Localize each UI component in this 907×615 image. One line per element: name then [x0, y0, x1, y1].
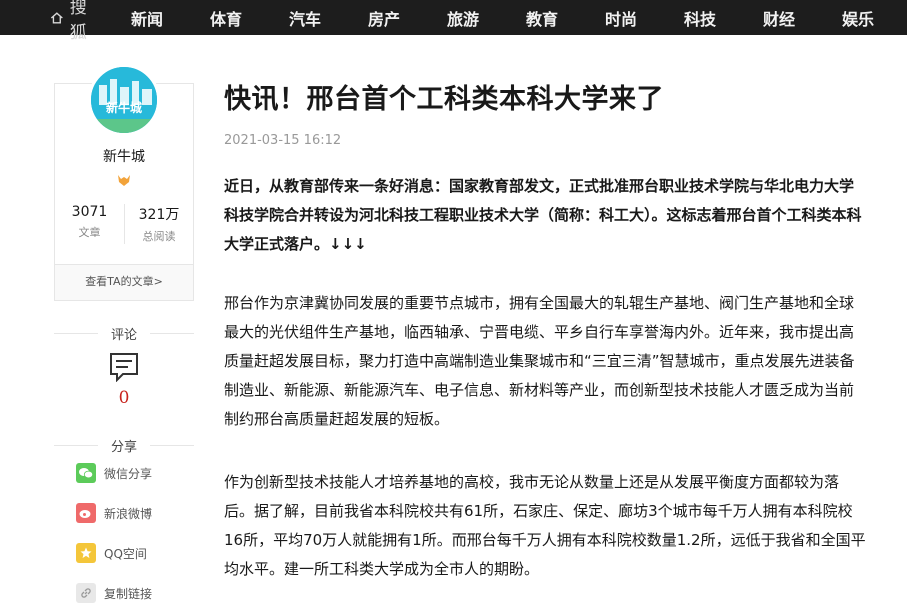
comment-title: 评论 [54, 324, 194, 343]
nav-item-finance[interactable]: 财经 [763, 6, 842, 30]
view-author-articles-link[interactable]: 查看TA的文章> [55, 264, 193, 300]
avatar-text: 新牛城 [105, 101, 142, 115]
reads-label: 总阅读 [142, 230, 176, 243]
home-icon [50, 11, 63, 23]
article-paragraph-2: 作为创新型技术技能人才培养基地的高校，我市无论从数量上还是从发展平衡度方面都较为… [224, 473, 866, 578]
reads-count: 321万 [138, 207, 180, 223]
reads-stat: 321万 总阅读 [124, 204, 193, 244]
share-qzone[interactable]: QQ空间 [76, 543, 147, 563]
share-wechat-label: 微信分享 [104, 466, 153, 481]
weibo-icon [76, 503, 96, 523]
nav-item-realestate[interactable]: 房产 [368, 6, 447, 30]
nav-item-tech[interactable]: 科技 [684, 6, 763, 30]
comment-count[interactable]: 0 [54, 388, 194, 408]
article-paragraph-1: 邢台作为京津冀协同发展的重要节点城市，拥有全国最大的轧辊生产基地、阀门生产基地和… [224, 294, 855, 428]
qzone-star-icon [76, 543, 96, 563]
nav-item-news[interactable]: 新闻 [131, 6, 210, 30]
article-lead-paragraph: 近日，从教育部传来一条好消息：国家教育部发文，正式批准邢台职业技术学院与华北电力… [224, 177, 862, 253]
comment-icon[interactable] [109, 352, 139, 382]
share-copy-link[interactable]: 复制链接 [76, 583, 152, 603]
articles-label: 文章 [78, 226, 101, 239]
wechat-icon [76, 463, 96, 483]
share-copy-link-label: 复制链接 [104, 586, 153, 601]
share-weibo-label: 新浪微博 [104, 506, 153, 521]
articles-count: 3071 [71, 204, 108, 220]
article-title: 快讯！邢台首个工科类本科大学来了 [224, 84, 664, 115]
author-card: 新牛城 新牛城 3071 文章 321万 总阅读 查看TA的文章> [54, 64, 194, 301]
nav-item-travel[interactable]: 旅游 [447, 6, 526, 30]
share-qzone-label: QQ空间 [104, 546, 147, 561]
site-logo[interactable]: 搜狐 [50, 0, 93, 43]
articles-stat: 3071 文章 [55, 204, 124, 244]
nav-item-fashion[interactable]: 时尚 [605, 6, 684, 30]
nav-item-sports[interactable]: 体育 [210, 6, 289, 30]
nav-item-entertainment[interactable]: 娱乐 [842, 6, 907, 30]
share-title: 分享 [54, 436, 194, 455]
fox-badge-icon [118, 175, 130, 186]
link-icon [76, 583, 96, 603]
avatar[interactable]: 新牛城 [88, 64, 160, 136]
author-name[interactable]: 新牛城 [55, 146, 193, 166]
logo-text: 搜狐 [69, 0, 87, 43]
share-weibo[interactable]: 新浪微博 [76, 503, 152, 523]
nav-item-auto[interactable]: 汽车 [289, 6, 368, 30]
nav-item-education[interactable]: 教育 [526, 6, 605, 30]
top-nav: 搜狐 新闻 体育 汽车 房产 旅游 教育 时尚 科技 财经 娱乐 [0, 0, 907, 43]
author-stats: 3071 文章 321万 总阅读 [55, 204, 193, 244]
article-date: 2021-03-15 16:12 [224, 133, 342, 148]
share-wechat[interactable]: 微信分享 [76, 463, 152, 483]
